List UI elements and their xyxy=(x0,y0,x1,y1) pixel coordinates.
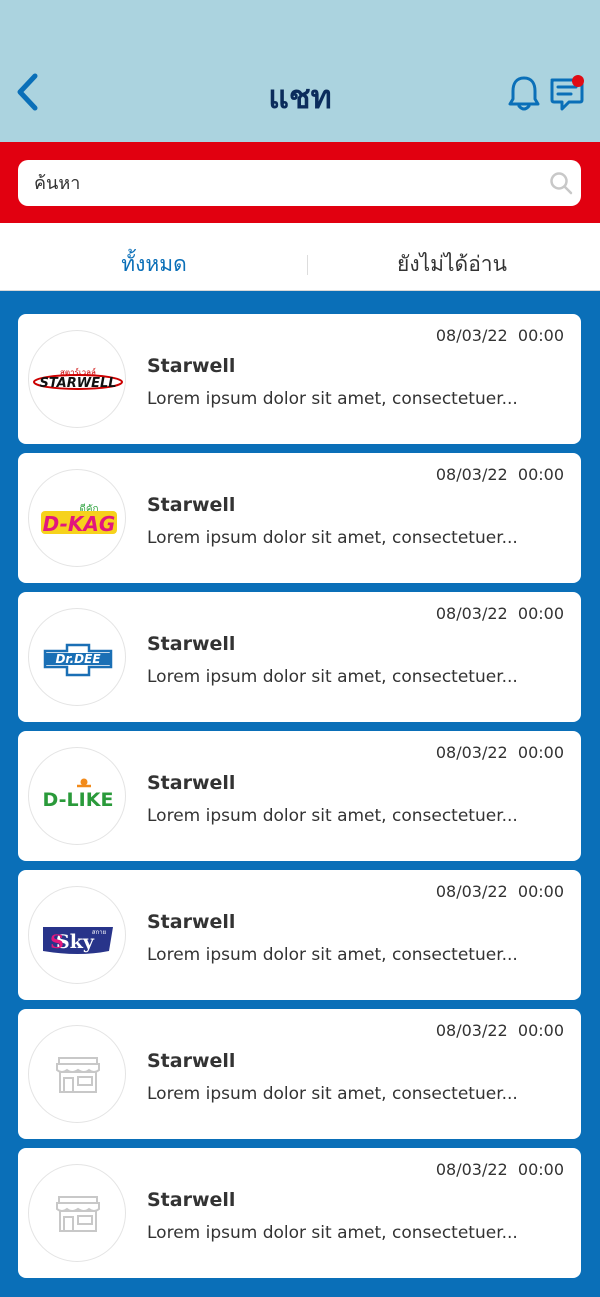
search-input[interactable] xyxy=(34,160,534,206)
chat-name: Starwell xyxy=(147,1189,236,1211)
store-icon xyxy=(28,1025,126,1123)
chat-name: Starwell xyxy=(147,494,236,516)
chat-preview: Lorem ipsum dolor sit amet, consectetuer… xyxy=(147,389,518,409)
chat-name: Starwell xyxy=(147,772,236,794)
tab-all[interactable]: ทั้งหมด xyxy=(4,223,304,291)
notification-button[interactable] xyxy=(506,74,542,112)
search-box[interactable] xyxy=(18,160,581,206)
search-bar-container xyxy=(0,142,600,223)
chat-time: 08/03/22 00:00 xyxy=(435,465,564,484)
chat-time: 08/03/22 00:00 xyxy=(435,604,564,623)
svg-text:สกาย: สกาย xyxy=(92,929,106,936)
chat-preview: Lorem ipsum dolor sit amet, consectetuer… xyxy=(147,1223,518,1243)
dkag-logo: ดีคัก D-KAG xyxy=(28,469,126,567)
tab-bar: ทั้งหมด ยังไม่ได้อ่าน xyxy=(0,223,600,291)
search-icon[interactable] xyxy=(549,171,573,195)
chat-time: 08/03/22 00:00 xyxy=(435,1021,564,1040)
chat-time: 08/03/22 00:00 xyxy=(435,882,564,901)
starwell-logo: สตาร์เวลล์ STARWELL xyxy=(28,330,126,428)
tab-unread[interactable]: ยังไม่ได้อ่าน xyxy=(302,223,600,291)
chat-preview: Lorem ipsum dolor sit amet, consectetuer… xyxy=(147,667,518,687)
svg-text:D-LIKE: D-LIKE xyxy=(43,789,114,811)
chat-time: 08/03/22 00:00 xyxy=(435,743,564,762)
messages-button[interactable] xyxy=(547,74,587,112)
chat-list-item[interactable]: Dr.DEE 08/03/22 00:00 Starwell Lorem ips… xyxy=(18,592,581,722)
svg-text:S: S xyxy=(50,931,64,953)
chat-name: Starwell xyxy=(147,633,236,655)
dlike-logo: D-LIKE xyxy=(28,747,126,845)
unread-badge xyxy=(572,75,584,87)
chat-list-item[interactable]: Sky S สกาย 08/03/22 00:00 Starwell Lorem… xyxy=(18,870,581,1000)
chat-time: 08/03/22 00:00 xyxy=(435,1160,564,1179)
chat-preview: Lorem ipsum dolor sit amet, consectetuer… xyxy=(147,528,518,548)
chat-preview: Lorem ipsum dolor sit amet, consectetuer… xyxy=(147,806,518,826)
chat-preview: Lorem ipsum dolor sit amet, consectetuer… xyxy=(147,945,518,965)
bell-icon xyxy=(508,76,540,111)
svg-text:D-KAG: D-KAG xyxy=(43,512,116,536)
chat-name: Starwell xyxy=(147,911,236,933)
drdee-logo: Dr.DEE xyxy=(28,608,126,706)
svg-text:Dr.DEE: Dr.DEE xyxy=(55,652,101,666)
store-icon xyxy=(28,1164,126,1262)
chat-list-item[interactable]: D-LIKE 08/03/22 00:00 Starwell Lorem ips… xyxy=(18,731,581,861)
chat-time: 08/03/22 00:00 xyxy=(435,326,564,345)
chat-name: Starwell xyxy=(147,1050,236,1072)
svg-text:STARWELL: STARWELL xyxy=(39,376,116,391)
chat-list-item[interactable]: 08/03/22 00:00 Starwell Lorem ipsum dolo… xyxy=(18,1148,581,1278)
sky-logo: Sky S สกาย xyxy=(28,886,126,984)
app-header: แชท xyxy=(0,0,600,142)
chat-list-item[interactable]: สตาร์เวลล์ STARWELL 08/03/22 00:00 Starw… xyxy=(18,314,581,444)
chat-name: Starwell xyxy=(147,355,236,377)
chat-list: สตาร์เวลล์ STARWELL 08/03/22 00:00 Starw… xyxy=(18,314,581,1287)
chat-list-item[interactable]: 08/03/22 00:00 Starwell Lorem ipsum dolo… xyxy=(18,1009,581,1139)
chat-preview: Lorem ipsum dolor sit amet, consectetuer… xyxy=(147,1084,518,1104)
chat-list-item[interactable]: ดีคัก D-KAG 08/03/22 00:00 Starwell Lore… xyxy=(18,453,581,583)
